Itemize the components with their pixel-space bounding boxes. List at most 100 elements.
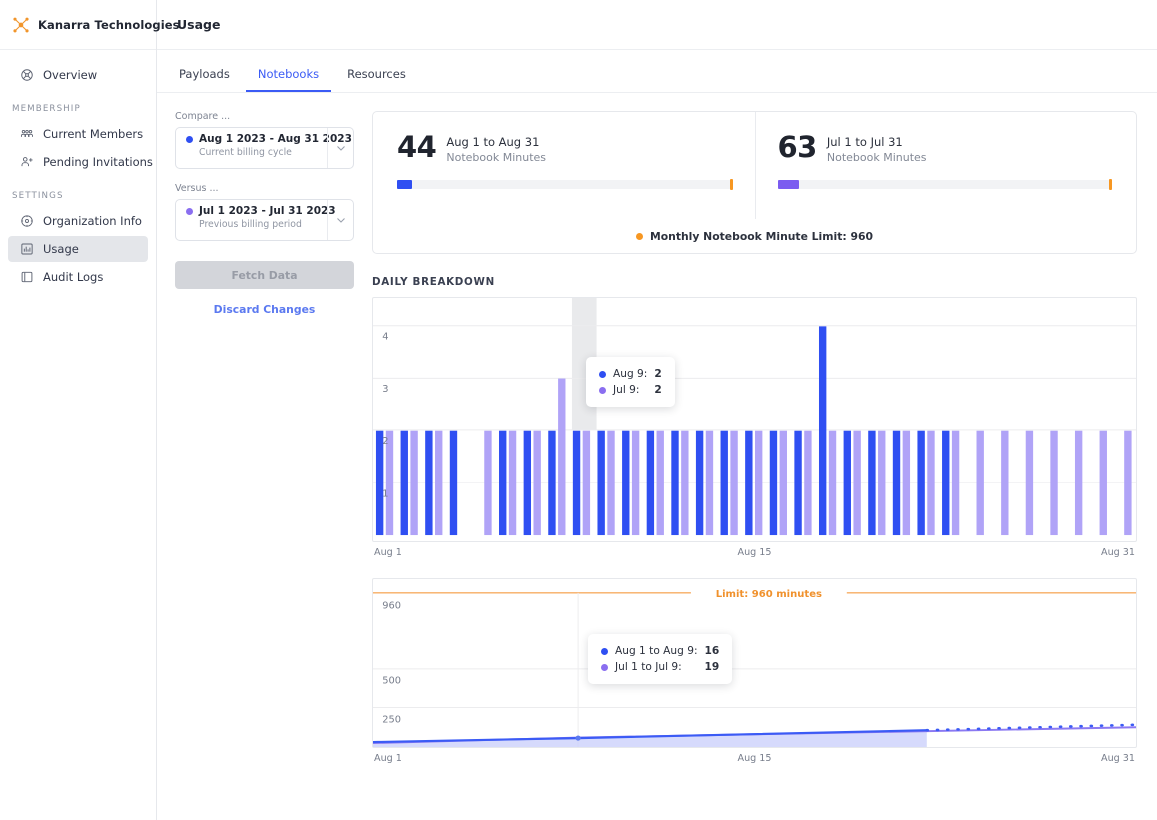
daily-breakdown-title: DAILY BREAKDOWN (372, 276, 495, 288)
sidebar-nav: Overview MEMBERSHIP Current Members Pend… (0, 50, 156, 290)
x-axis-label-mid: Aug 15 (737, 753, 772, 764)
area-chart-svg: 960 500 250 Limit: 960 minutes (373, 585, 1136, 747)
summary-top: 44 Aug 1 to Aug 31 Notebook Minutes 63 J… (375, 112, 1134, 219)
sidebar-item-label: Pending Invitations (43, 155, 153, 169)
fetch-data-button[interactable]: Fetch Data (175, 261, 354, 289)
sidebar-item-usage[interactable]: Usage (8, 236, 148, 262)
svg-text:960: 960 (382, 601, 401, 612)
x-axis-label-end: Aug 31 (1101, 547, 1135, 558)
tooltip-row: Jul 1 to Jul 9: 19 (601, 659, 719, 675)
tab-bar: Payloads Notebooks Resources (157, 50, 1157, 93)
summary-card: 44 Aug 1 to Aug 31 Notebook Minutes 63 J… (372, 111, 1137, 254)
bar (818, 326, 827, 536)
members-icon (21, 129, 33, 137)
daily-breakdown-bar-chart[interactable]: 4 3 2 1 Aug 9: 2 Jul 9: 2 (372, 297, 1137, 542)
usage-content: 44 Aug 1 to Aug 31 Notebook Minutes 63 J… (372, 93, 1157, 820)
bar (1074, 430, 1083, 536)
bar (1099, 430, 1107, 536)
discard-changes-link[interactable]: Discard Changes (175, 303, 354, 316)
versus-period-select[interactable]: Jul 1 2023 - Jul 31 2023 Previous billin… (175, 199, 354, 241)
progress-fill (777, 180, 800, 190)
sidebar: Kanarra Technologies Overview MEMBERSHIP (0, 0, 180, 820)
bar (769, 430, 778, 536)
x-axis-label-start: Aug 1 (374, 547, 402, 558)
tab-notebooks[interactable]: Notebooks (245, 68, 332, 92)
filter-controls: Compare ... Aug 1 2023 - Aug 31 2023 Cur… (157, 93, 372, 820)
sidebar-item-organization-info[interactable]: Organization Info (8, 208, 148, 234)
bar (508, 430, 517, 536)
bar (631, 430, 640, 536)
summary-unit-current: Notebook Minutes (446, 150, 547, 164)
limit-line-label: Limit: 960 minutes (716, 589, 822, 600)
bar (646, 430, 655, 536)
sidebar-item-label: Current Members (43, 127, 144, 141)
bar (681, 430, 689, 536)
bar (1050, 430, 1058, 536)
bar (917, 430, 925, 536)
sidebar-item-pending-invitations[interactable]: Pending Invitations (8, 149, 153, 175)
svg-text:250: 250 (382, 714, 401, 725)
bar (779, 430, 787, 536)
bar (1124, 430, 1132, 536)
versus-chevron[interactable] (327, 200, 353, 240)
versus-select-value: Jul 1 2023 - Jul 31 2023 Previous billin… (176, 200, 336, 240)
sidebar-item-label: Audit Logs (43, 270, 104, 284)
bar (499, 430, 507, 536)
bar (754, 430, 763, 536)
tab-payloads[interactable]: Payloads (167, 68, 242, 93)
bar-chart-svg: 4 3 2 1 (373, 298, 1136, 536)
bar-chart-icon (21, 243, 33, 255)
tooltip-label: Jul 9: (613, 384, 640, 396)
bar (976, 430, 984, 536)
x-axis-label-start: Aug 1 (374, 753, 402, 764)
brand[interactable]: Kanarra Technologies (0, 0, 180, 50)
tooltip-row: Jul 9: 2 (599, 382, 662, 398)
bar (720, 430, 728, 536)
gear-icon (21, 215, 33, 227)
bar (671, 430, 679, 536)
bar (951, 430, 960, 536)
compare-label: Compare ... (175, 111, 231, 122)
tooltip-row: Aug 1 to Aug 9: 16 (601, 643, 719, 659)
bar (828, 430, 837, 536)
main-area: Usage Payloads Notebooks Resources Compa… (157, 0, 1157, 820)
sidebar-group-membership: MEMBERSHIP (12, 104, 81, 114)
sidebar-group-settings: SETTINGS (12, 191, 64, 201)
tooltip-value: 16 (704, 645, 720, 657)
bar (410, 430, 418, 536)
bar (572, 430, 581, 536)
compare-select-value: Aug 1 2023 - Aug 31 2023 Current billing… (176, 128, 352, 168)
compare-series-dot-icon (186, 135, 193, 143)
sidebar-item-audit-logs[interactable]: Audit Logs (8, 264, 148, 290)
summary-value-current: 44 (397, 130, 437, 164)
svg-text:2: 2 (382, 436, 388, 447)
versus-label: Versus ... (175, 183, 219, 194)
bar-chart-x-axis: Aug 1 Aug 15 Aug 31 (372, 542, 1137, 558)
bar (548, 430, 556, 536)
bar (558, 378, 566, 536)
bar-chart-tooltip: Aug 9: 2 Jul 9: 2 (586, 357, 675, 407)
bar (843, 430, 851, 536)
compare-chevron[interactable] (327, 128, 353, 168)
tooltip-dot-icon (601, 647, 608, 655)
compare-period-select[interactable]: Aug 1 2023 - Aug 31 2023 Current billing… (175, 127, 354, 169)
versus-title: Jul 1 2023 - Jul 31 2023 (199, 205, 336, 217)
app-root: Kanarra Technologies Overview MEMBERSHIP (0, 0, 1157, 820)
monthly-limit-row: Monthly Notebook Minute Limit: 960 (375, 219, 1134, 253)
summary-progress-previous (777, 179, 1112, 191)
bar (794, 430, 802, 536)
bar (435, 430, 443, 536)
tab-resources[interactable]: Resources (335, 68, 418, 93)
sidebar-item-current-members[interactable]: Current Members (8, 121, 148, 147)
book-icon (21, 271, 33, 283)
svg-text:4: 4 (382, 332, 388, 343)
compare-subtitle: Current billing cycle (199, 147, 292, 158)
cumulative-area-chart[interactable]: 960 500 250 Limit: 960 minutes Aug 1 to … (372, 578, 1137, 748)
sidebar-item-overview[interactable]: Overview (8, 62, 148, 88)
summary-value-previous: 63 (777, 130, 818, 164)
bar (400, 430, 408, 536)
bar (607, 430, 615, 536)
bar (425, 430, 433, 536)
topbar: Usage (157, 0, 1157, 50)
summary-unit-previous: Notebook Minutes (826, 150, 927, 164)
